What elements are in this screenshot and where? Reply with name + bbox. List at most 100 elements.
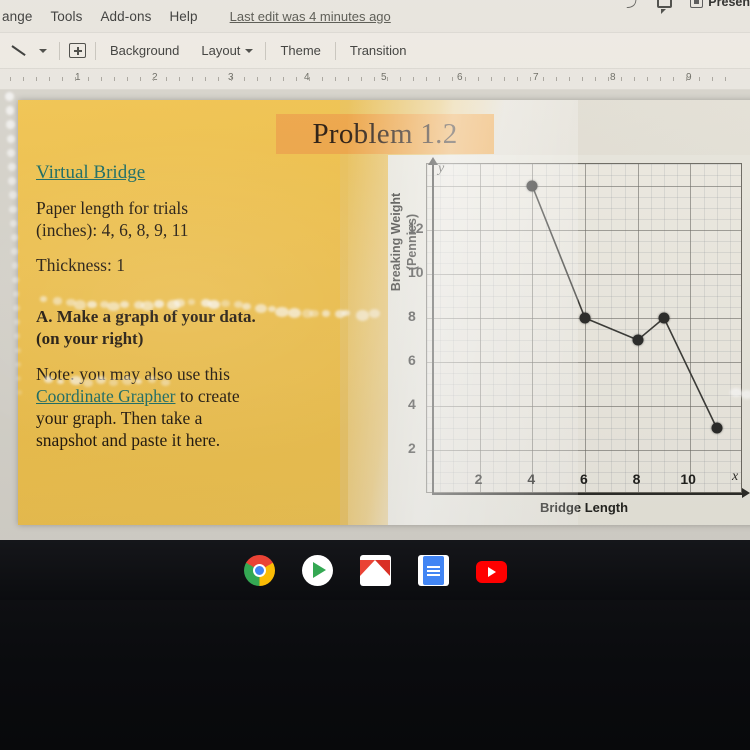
layout-chevron-down-icon[interactable] [245,49,253,53]
present-button-label: Presen [708,0,750,9]
ruler-tick [647,77,648,81]
ruler-tick [608,77,609,81]
youtube-icon[interactable] [476,561,507,583]
last-edit-status[interactable]: Last edit was 4 minutes ago [230,9,391,24]
ruler-tick [517,77,518,81]
ruler-tick [140,77,141,81]
chromeos-shelf [0,548,750,592]
slide-title-banner[interactable]: Problem 1.2 [276,114,494,154]
menu-item-add-ons[interactable]: Add-ons [100,9,151,24]
ruler-tick [400,77,401,81]
ruler-tick [88,77,89,81]
toolbar-divider [265,42,266,60]
slide-canvas: Problem 1.2 Virtual Bridge Paper length … [0,90,750,540]
x-axis-letter: x [732,469,738,485]
y-tick-label: 6 [408,352,416,368]
paper-length-line1: Paper length for trials [36,197,336,219]
data-point [580,313,591,324]
note-after-link: to create [175,386,239,406]
ruler-tick [621,77,622,81]
chevron-down-icon[interactable] [39,49,47,53]
new-slide-icon[interactable] [69,43,86,58]
ruler-tick [686,77,687,81]
ruler-tick [465,77,466,81]
ruler-tick [179,77,180,81]
ruler-tick [543,77,544,81]
ruler-tick [166,77,167,81]
thickness-line: Thickness: 1 [36,254,336,276]
ruler-number: 6 [457,72,463,83]
task-line1: A. Make a graph of your data. [36,306,336,328]
y-tick-label: 10 [408,264,424,280]
gmail-icon[interactable] [360,555,391,586]
ruler-tick [413,77,414,81]
google-docs-icon[interactable] [418,555,449,586]
ruler-tick [504,77,505,81]
menu-item-help[interactable]: Help [169,9,197,24]
ruler-tick [283,77,284,81]
ruler-tick [114,77,115,81]
ruler-tick [153,77,154,81]
x-tick-label: 2 [475,471,483,487]
flash-glare-dot [356,310,370,321]
y-tick-label: 8 [408,308,416,324]
present-screen-icon [690,0,703,8]
coordinate-grapher-link[interactable]: Coordinate Grapher [36,386,175,406]
ruler-tick [192,77,193,81]
ruler-tick [569,77,570,81]
ruler-tick [218,77,219,81]
history-icon[interactable]: ⤴ [626,0,639,11]
google-slides-toolbar: Background Layout Theme Transition [0,33,750,68]
menu-item-arrange[interactable]: ange [2,9,32,24]
horizontal-ruler[interactable]: 1 2 3 4 5 6 7 8 9 /* ticks drawn below *… [0,69,750,89]
ruler-tick [335,77,336,81]
ruler-number: 7 [533,72,539,83]
comment-icon[interactable] [657,0,672,8]
ruler-tick [582,77,583,81]
ruler-tick [712,77,713,81]
ruler-tick [348,77,349,81]
layout-button[interactable]: Layout [190,40,251,61]
slide-body-textbox[interactable]: Virtual Bridge Paper length for trials (… [36,162,336,452]
ruler-tick [439,77,440,81]
ruler-tick [244,77,245,81]
ruler-tick [49,77,50,81]
page-title: Problem 1.2 [312,118,457,151]
x-tick-label: 8 [633,471,641,487]
task-line2: (on your right) [36,328,336,350]
ruler-tick [387,77,388,81]
ruler-tick [530,77,531,81]
note-line2: Coordinate Grapher to create [36,385,336,407]
data-point [632,335,643,346]
y-axis-arrow-icon [428,157,438,165]
line-tool-icon[interactable] [10,42,30,60]
plot-area [426,163,742,493]
x-tick-label: 4 [527,471,535,487]
ruler-tick [426,77,427,81]
menu-item-tools[interactable]: Tools [50,9,82,24]
slide-1[interactable]: Problem 1.2 Virtual Bridge Paper length … [18,100,750,525]
laptop-lid: hp [0,600,750,750]
ruler-tick [595,77,596,81]
ruler-tick [75,77,76,81]
ruler-tick [452,77,453,81]
note-line3: your graph. Then take a [36,407,336,429]
google-slides-menubar: ange Tools Add-ons Help Last edit was 4 … [0,0,750,32]
chrome-icon[interactable] [244,555,275,586]
virtual-bridge-link[interactable]: Virtual Bridge [36,162,145,183]
graph-image[interactable]: Breaking Weight (Pennies) y x Bridge Len… [388,155,750,525]
background-button[interactable]: Background [99,40,190,61]
y-axis-line [432,163,434,495]
ruler-tick [36,77,37,81]
ruler-tick [257,77,258,81]
y-axis-letter: y [438,161,444,177]
ruler-tick [699,77,700,81]
chromebook-screen: ange Tools Add-ons Help Last edit was 4 … [0,0,750,540]
ruler-tick [634,77,635,81]
ruler-number: 5 [381,72,387,83]
theme-button[interactable]: Theme [269,40,331,61]
play-store-icon[interactable] [302,555,333,586]
present-button[interactable]: Presen [690,0,750,9]
ruler-tick [23,77,24,81]
transition-button[interactable]: Transition [339,40,418,61]
